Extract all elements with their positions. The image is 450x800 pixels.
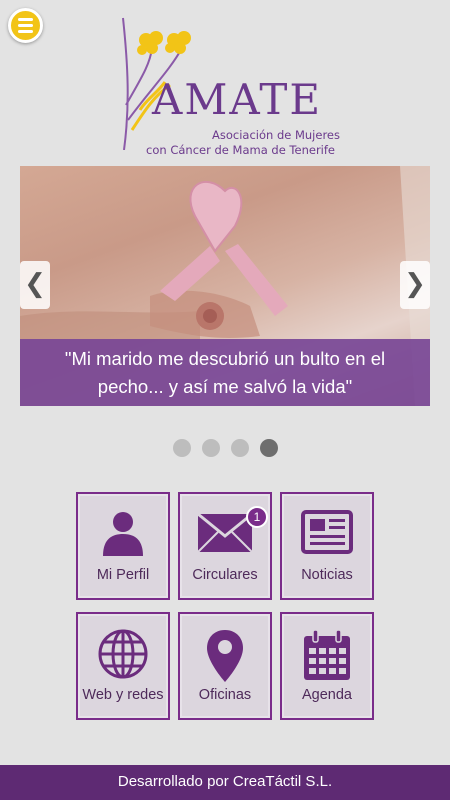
chevron-right-icon: ❯	[404, 269, 426, 299]
tile-label: Agenda	[302, 687, 352, 703]
calendar-icon	[282, 628, 372, 684]
slide-caption: "Mi marido me descubrió un bulto en el p…	[20, 339, 430, 406]
logo-subtitle-line1: Asociación de Mujeres	[211, 128, 340, 142]
tile-agenda[interactable]: Agenda	[280, 612, 374, 720]
image-slider[interactable]: "Mi marido me descubrió un bulto en el p…	[20, 166, 430, 406]
logo-subtitle-line2: con Cáncer de Mama de Tenerife	[146, 143, 335, 157]
pagination-dot[interactable]	[202, 439, 220, 457]
amate-logo: AMATE Asociación de Mujeres con Cáncer d…	[110, 10, 350, 160]
chevron-left-icon: ❮	[24, 269, 46, 299]
menu-icon-line	[18, 30, 33, 33]
tile-noticias[interactable]: Noticias	[280, 492, 374, 600]
tile-web-y-redes[interactable]: Web y redes	[76, 612, 170, 720]
menu-icon-line	[18, 24, 33, 27]
slider-next-button[interactable]: ❯	[400, 261, 430, 309]
slider-prev-button[interactable]: ❮	[20, 261, 50, 309]
tile-oficinas[interactable]: Oficinas	[178, 612, 272, 720]
globe-icon	[78, 628, 168, 684]
footer-text: Desarrollado por CreaTáctil S.L.	[117, 773, 333, 790]
tile-mi-perfil[interactable]: Mi Perfil	[76, 492, 170, 600]
tile-label: Oficinas	[198, 687, 252, 703]
tile-circulares[interactable]: 1 Circulares	[178, 492, 272, 600]
caption-line2: pecho... y así me salvó la vida"	[97, 376, 353, 397]
pagination-dot-active[interactable]	[260, 439, 278, 457]
tile-label: Web y redes	[82, 687, 164, 703]
logo-title: AMATE	[152, 75, 323, 124]
pagination-dot[interactable]	[231, 439, 249, 457]
caption-line1: "Mi marido me descubrió un bulto en el	[64, 348, 386, 369]
newspaper-icon	[282, 508, 372, 564]
menu-icon-line	[18, 18, 33, 21]
tile-label: Mi Perfil	[96, 567, 150, 583]
pagination-dot[interactable]	[173, 439, 191, 457]
menu-button[interactable]	[8, 8, 43, 43]
slider-pagination	[173, 439, 278, 457]
notification-badge: 1	[246, 506, 268, 528]
map-pin-icon	[180, 628, 270, 684]
tile-label: Circulares	[192, 567, 258, 583]
footer-credit: Desarrollado por CreaTáctil S.L.	[0, 765, 450, 800]
user-icon	[78, 508, 168, 564]
tile-label: Noticias	[301, 567, 353, 583]
